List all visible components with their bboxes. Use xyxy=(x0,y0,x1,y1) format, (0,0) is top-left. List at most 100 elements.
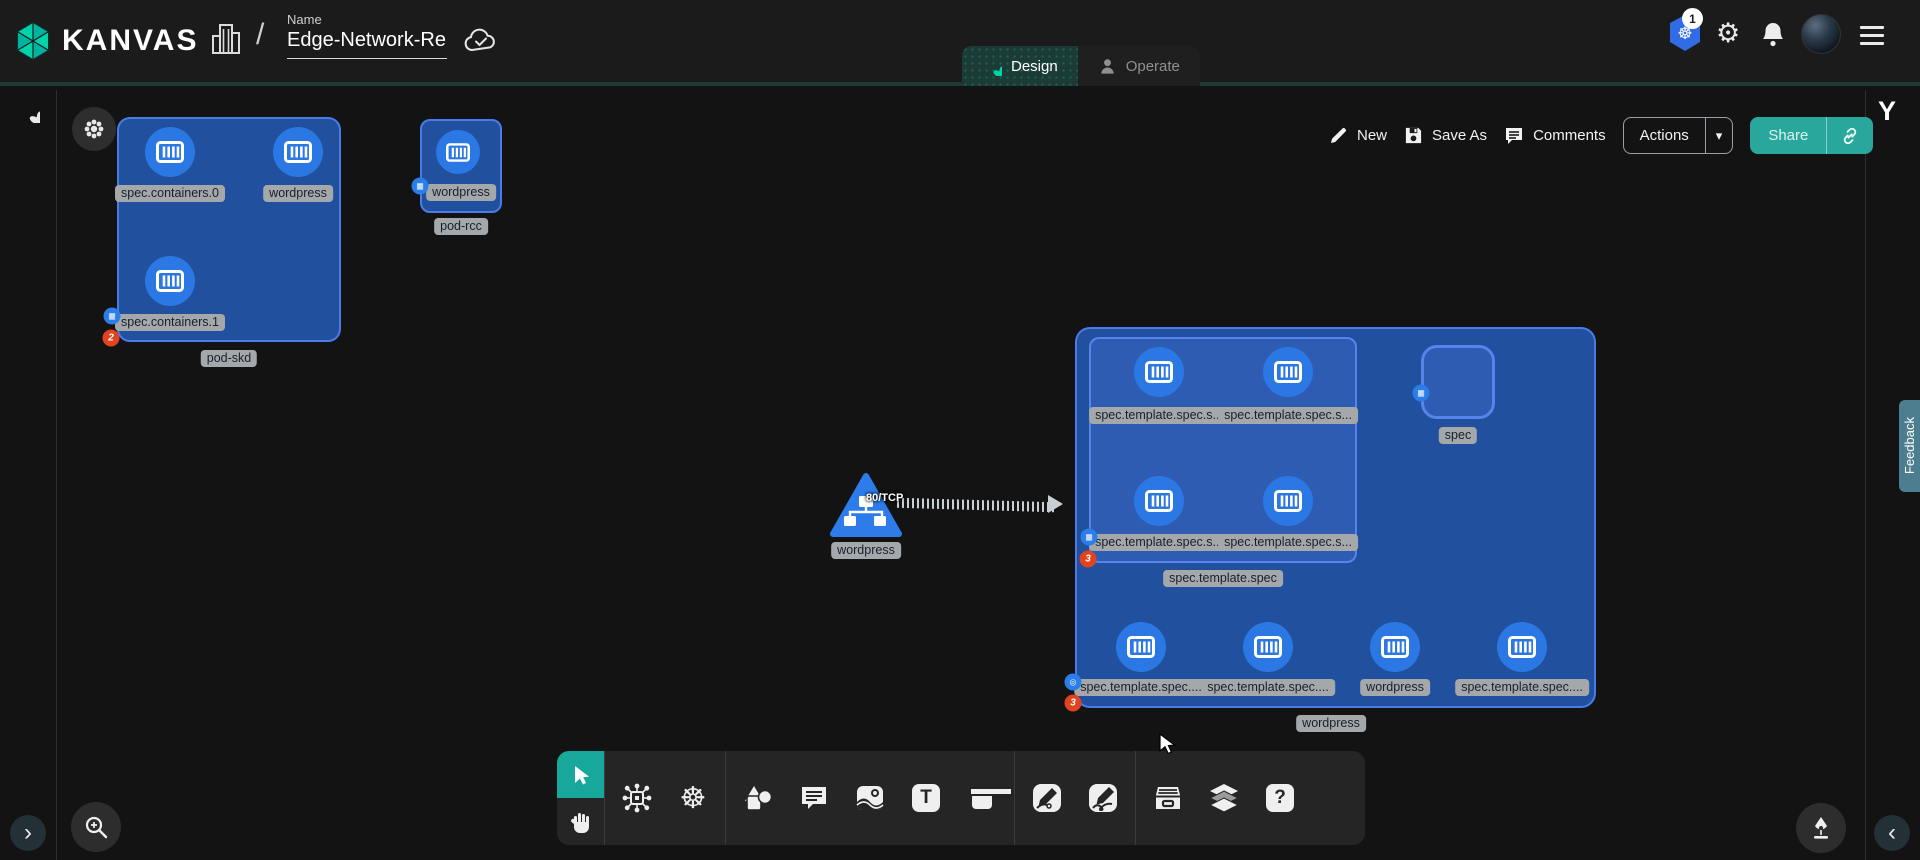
container-node[interactable] xyxy=(1263,476,1313,526)
bottom-toolbar: ☸ T xyxy=(557,751,1365,845)
pen-freehand-tool[interactable] xyxy=(1075,751,1131,845)
group-label: spec.template.spec xyxy=(1163,570,1283,587)
pod-badge-icon[interactable]: ▦ xyxy=(412,178,429,195)
expand-left-panel-button[interactable]: › xyxy=(10,815,46,851)
container-node[interactable] xyxy=(1370,622,1420,672)
container-icon xyxy=(156,141,184,163)
comments-label: Comments xyxy=(1533,127,1606,144)
container-node[interactable] xyxy=(1263,347,1313,397)
save-as-button[interactable]: Save As xyxy=(1404,126,1487,145)
header-bar: KANVAS / Name Design Operate xyxy=(0,0,1920,86)
design-name-input[interactable] xyxy=(287,27,447,59)
dropdown-caret-icon[interactable]: ▾ xyxy=(1706,118,1733,153)
feedback-tab[interactable]: Feedback xyxy=(1899,400,1920,492)
spec-node[interactable] xyxy=(1421,345,1495,419)
tab-design[interactable]: Design xyxy=(962,46,1078,86)
container-node[interactable] xyxy=(1134,347,1184,397)
pointer-tools xyxy=(557,751,604,845)
select-tool[interactable] xyxy=(557,751,604,798)
container-node[interactable] xyxy=(145,256,195,306)
tab-operate-label: Operate xyxy=(1126,58,1180,75)
kubernetes-context-button[interactable]: ☸ 1 xyxy=(1668,14,1702,52)
deployment-badge-icon[interactable]: ◎ xyxy=(1065,674,1082,691)
share-button[interactable]: Share xyxy=(1750,117,1826,154)
components-chip-icon xyxy=(622,783,652,813)
node-label: wordpress xyxy=(263,185,333,202)
shapes-tool[interactable] xyxy=(730,751,786,845)
pod-badge-icon[interactable]: ▦ xyxy=(1413,385,1430,402)
breadcrumb-slash: / xyxy=(256,18,264,52)
hamburger-menu-icon[interactable] xyxy=(1860,26,1884,45)
kanvas-logo[interactable]: KANVAS xyxy=(14,20,198,62)
component-tools: ☸ xyxy=(605,751,725,845)
building-icon[interactable] xyxy=(210,22,242,56)
container-icon xyxy=(1254,636,1282,658)
drawer-tool[interactable] xyxy=(1140,751,1196,845)
group-label: pod-rcc xyxy=(434,218,488,235)
mouse-cursor xyxy=(1158,733,1180,757)
actions-button[interactable]: Actions xyxy=(1624,118,1705,153)
container-icon xyxy=(1381,636,1409,658)
copy-link-button[interactable] xyxy=(1827,117,1873,154)
container-icon xyxy=(284,141,312,163)
node-label: wordpress xyxy=(1360,679,1430,696)
node-label: spec.template.spec.... xyxy=(1455,679,1589,696)
group-label: pod-skd xyxy=(201,350,257,367)
chevron-right-icon: › xyxy=(24,821,32,845)
help-tool[interactable]: ? xyxy=(1252,751,1308,845)
container-node[interactable] xyxy=(145,127,195,177)
zoom-button[interactable] xyxy=(71,802,121,852)
container-node[interactable] xyxy=(1116,622,1166,672)
container-icon xyxy=(156,270,184,292)
container-node[interactable] xyxy=(1497,622,1547,672)
container-node[interactable] xyxy=(1243,622,1293,672)
image-tool[interactable] xyxy=(842,751,898,845)
pan-tool[interactable] xyxy=(557,798,604,845)
group-spec-template-spec[interactable] xyxy=(1089,337,1357,563)
spiral-icon[interactable] xyxy=(16,99,40,123)
kubernetes-tool[interactable]: ☸ xyxy=(665,751,721,845)
pen-vector-tool[interactable] xyxy=(1019,751,1075,845)
drawer-icon xyxy=(1152,784,1184,812)
count-badge[interactable]: 3 xyxy=(1080,551,1097,568)
count-badge[interactable]: 2 xyxy=(103,330,120,347)
comment-tool[interactable] xyxy=(786,751,842,845)
node-label: spec.template.spec.... xyxy=(1201,679,1335,696)
collab-y-icon[interactable]: Y xyxy=(1878,96,1896,127)
shapes-icon xyxy=(742,784,774,812)
comments-button[interactable]: Comments xyxy=(1504,126,1606,146)
comment-tool-icon xyxy=(800,785,828,811)
container-node[interactable] xyxy=(436,130,480,174)
settings-gear-icon[interactable]: ⚙ xyxy=(1716,18,1740,49)
notifications-bell-icon[interactable] xyxy=(1760,20,1786,53)
count-badge[interactable]: 3 xyxy=(1065,695,1082,712)
new-button[interactable]: New xyxy=(1328,126,1387,146)
flower-gear-icon[interactable] xyxy=(72,107,116,151)
collapse-right-panel-button[interactable]: ‹ xyxy=(1874,815,1910,851)
avatar[interactable] xyxy=(1801,14,1841,54)
text-tool[interactable]: T xyxy=(898,751,954,845)
feedback-label: Feedback xyxy=(1902,417,1917,474)
container-node[interactable] xyxy=(273,127,323,177)
node-label: wordpress xyxy=(426,184,496,201)
edge-arrowhead xyxy=(1048,495,1063,513)
components-tool[interactable] xyxy=(609,751,665,845)
container-icon xyxy=(446,143,470,162)
pod-badge-icon[interactable]: ▦ xyxy=(1081,529,1098,546)
design-name-block: Name xyxy=(287,12,447,59)
annotation-tools: T xyxy=(726,751,1014,845)
node-label: spec.containers.1 xyxy=(115,314,225,331)
pen-vector-icon xyxy=(1032,783,1062,813)
validate-pen-button[interactable] xyxy=(1796,803,1846,853)
layers-tool[interactable] xyxy=(1196,751,1252,845)
save-as-label: Save As xyxy=(1432,127,1487,144)
service-node[interactable] xyxy=(830,470,902,542)
container-icon xyxy=(1274,490,1302,512)
container-node[interactable] xyxy=(1134,476,1184,526)
node-label: spec.template.spec.s... xyxy=(1089,534,1229,551)
pen-nib-icon xyxy=(1809,815,1833,841)
note-tool[interactable] xyxy=(954,751,1010,845)
layers-icon xyxy=(1208,783,1240,813)
pod-badge-icon[interactable]: ▦ xyxy=(104,308,121,325)
tab-operate[interactable]: Operate xyxy=(1078,46,1200,86)
